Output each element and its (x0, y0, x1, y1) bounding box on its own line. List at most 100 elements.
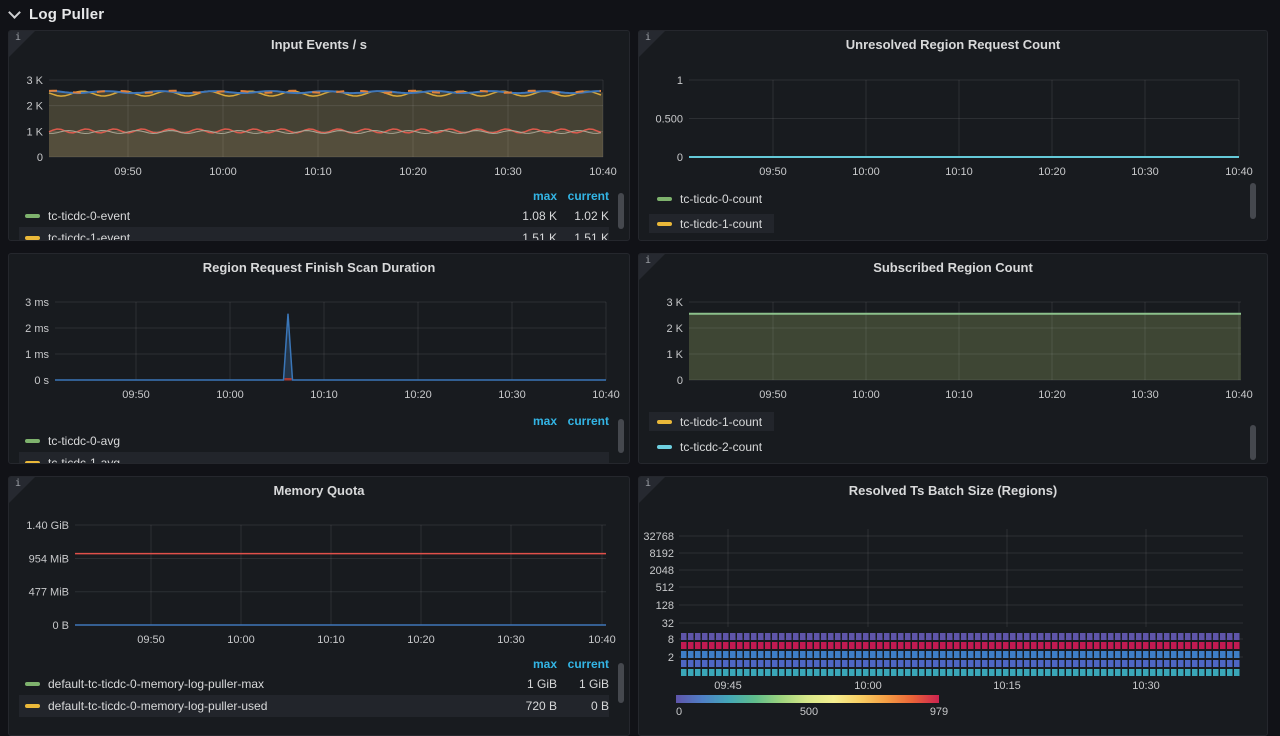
legend-series-label[interactable]: tc-ticdc-0-event (48, 209, 499, 223)
x-axis-tick: 10:30 (497, 634, 525, 646)
chevron-down-icon[interactable] (8, 6, 21, 19)
legend: maxcurrenttc-ticdc-0-event1.08 K1.02 Ktc… (19, 187, 609, 241)
panel-info-icon[interactable]: i (639, 254, 665, 280)
panel-resolved-ts-batch-size: i Resolved Ts Batch Size (Regions) 32768… (638, 476, 1268, 736)
legend-header-current[interactable]: current (557, 414, 609, 428)
legend: tc-ticdc-0-count tc-ticdc-1-count (649, 189, 1247, 239)
legend-series-label[interactable]: tc-ticdc-1-avg (48, 456, 499, 464)
y-axis-tick: 32 (662, 618, 674, 630)
legend-row: tc-ticdc-1-avg (19, 452, 609, 464)
legend-header-max[interactable]: max (499, 189, 557, 203)
legend-series-label[interactable]: tc-ticdc-0-avg (48, 434, 499, 448)
legend-current-value: 0 B (557, 699, 609, 713)
legend-series-swatch[interactable] (25, 461, 40, 464)
legend-item[interactable]: tc-ticdc-0-count (649, 189, 774, 208)
region-count-fill (689, 314, 1241, 380)
x-axis-tick: 09:50 (137, 634, 165, 646)
info-icon: i (645, 32, 651, 43)
y-axis-tick: 2 K (26, 101, 43, 113)
x-axis-tick: 10:40 (589, 166, 617, 178)
x-axis-tick: 10:30 (1131, 389, 1159, 401)
legend-header-current[interactable]: current (557, 189, 609, 203)
y-axis-tick: 477 MiB (29, 587, 69, 599)
legend-series-label: tc-ticdc-2-count (680, 440, 762, 454)
panel-title[interactable]: Subscribed Region Count (639, 260, 1267, 275)
color-scale-label: 0 (676, 706, 682, 718)
legend-item[interactable]: tc-ticdc-1-count (649, 412, 774, 431)
legend-series-swatch[interactable] (25, 439, 40, 443)
x-axis-tick: 10:20 (407, 634, 435, 646)
y-axis-tick: 1 ms (25, 349, 49, 361)
legend-scrollbar[interactable] (618, 193, 624, 229)
legend-series-swatch[interactable] (25, 704, 40, 708)
legend-header: maxcurrent (19, 412, 609, 430)
series-avg-spike-base-mark (285, 378, 292, 381)
panel-title[interactable]: Memory Quota (9, 483, 629, 498)
x-axis-tick: 10:30 (494, 166, 522, 178)
legend-series-swatch[interactable] (25, 682, 40, 686)
legend-scrollbar[interactable] (618, 419, 624, 453)
panel-info-icon[interactable]: i (9, 31, 35, 57)
legend: maxcurrent tc-ticdc-0-avg tc-ticdc-1-avg (19, 412, 609, 464)
x-axis-tick: 10:10 (317, 634, 345, 646)
x-axis-tick: 10:30 (498, 389, 526, 401)
panel-title[interactable]: Unresolved Region Request Count (639, 37, 1267, 52)
legend-series-label[interactable]: default-tc-ticdc-0-memory-log-puller-max (48, 677, 499, 691)
legend: maxcurrentdefault-tc-ticdc-0-memory-log-… (19, 655, 609, 717)
x-axis-tick: 10:40 (1225, 389, 1253, 401)
legend-series-swatch (657, 445, 672, 449)
legend-series-swatch[interactable] (25, 236, 40, 240)
panel-info-icon[interactable]: i (639, 477, 665, 503)
color-scale-label: 979 (930, 706, 948, 718)
legend-series-label: tc-ticdc-1-count (680, 217, 762, 231)
legend-scrollbar[interactable] (1250, 183, 1256, 219)
legend-header-max[interactable]: max (499, 657, 557, 671)
x-axis-tick: 10:10 (310, 389, 338, 401)
legend-header-max[interactable]: max (499, 414, 557, 428)
legend-scrollbar[interactable] (1250, 425, 1256, 460)
panel-title[interactable]: Region Request Finish Scan Duration (9, 260, 629, 275)
panel-input-events: i Input Events / s 09:5010:0010:1010:201… (8, 30, 630, 241)
x-axis-tick: 10:20 (1038, 166, 1066, 178)
y-axis-tick: 8192 (650, 548, 674, 560)
panel-title[interactable]: Resolved Ts Batch Size (Regions) (639, 483, 1267, 498)
panel-region-request-finish-scan-duration: Region Request Finish Scan Duration 09:5… (8, 253, 630, 464)
panel-title[interactable]: Input Events / s (9, 37, 629, 52)
panel-subscribed-region-count: i Subscribed Region Count 09:5010:0010:1… (638, 253, 1268, 464)
legend-item[interactable]: tc-ticdc-1-count (649, 214, 774, 233)
legend-series-label[interactable]: default-tc-ticdc-0-memory-log-puller-use… (48, 699, 499, 713)
x-axis-tick: 10:00 (227, 634, 255, 646)
legend-scrollbar[interactable] (618, 663, 624, 703)
section-title[interactable]: Log Puller (29, 6, 104, 23)
legend: tc-ticdc-1-count tc-ticdc-2-count (649, 412, 1247, 462)
legend-item[interactable]: tc-ticdc-2-count (649, 437, 774, 456)
heatmap-resolved-ts-batch-size[interactable]: 3276881922048512128328209:4510:0010:1510… (639, 477, 1268, 736)
legend-header-current[interactable]: current (557, 657, 609, 671)
x-axis-tick: 10:40 (592, 389, 620, 401)
legend-series-swatch (657, 222, 672, 226)
y-axis-tick: 1 K (666, 349, 683, 361)
y-axis-tick: 0.500 (655, 114, 683, 126)
y-axis-tick: 3 K (26, 75, 43, 87)
legend-current-value: 1.02 K (557, 209, 609, 223)
legend-current-value: 1.51 K (557, 231, 609, 241)
y-axis-tick: 0 B (52, 620, 69, 632)
y-axis-tick: 3 ms (25, 297, 49, 309)
x-axis-tick: 10:15 (993, 680, 1021, 692)
legend-header: maxcurrent (19, 655, 609, 673)
x-axis-tick: 10:10 (945, 389, 973, 401)
legend-current-value: 1 GiB (557, 677, 609, 691)
legend-series-swatch[interactable] (25, 214, 40, 218)
legend-series-label[interactable]: tc-ticdc-1-event (48, 231, 499, 241)
panel-info-icon[interactable]: i (9, 477, 35, 503)
y-axis-tick: 2 (668, 652, 674, 664)
panel-info-icon[interactable]: i (639, 31, 665, 57)
x-axis-tick: 10:00 (854, 680, 882, 692)
series-avg-spike (55, 314, 606, 380)
legend-max-value: 1.51 K (499, 231, 557, 241)
legend-series-label: tc-ticdc-0-count (680, 192, 762, 206)
x-axis-tick: 10:40 (1225, 166, 1253, 178)
legend-header: maxcurrent (19, 187, 609, 205)
legend-row: default-tc-ticdc-0-memory-log-puller-max… (19, 673, 609, 695)
section-header-log-puller[interactable]: Log Puller (0, 0, 104, 28)
